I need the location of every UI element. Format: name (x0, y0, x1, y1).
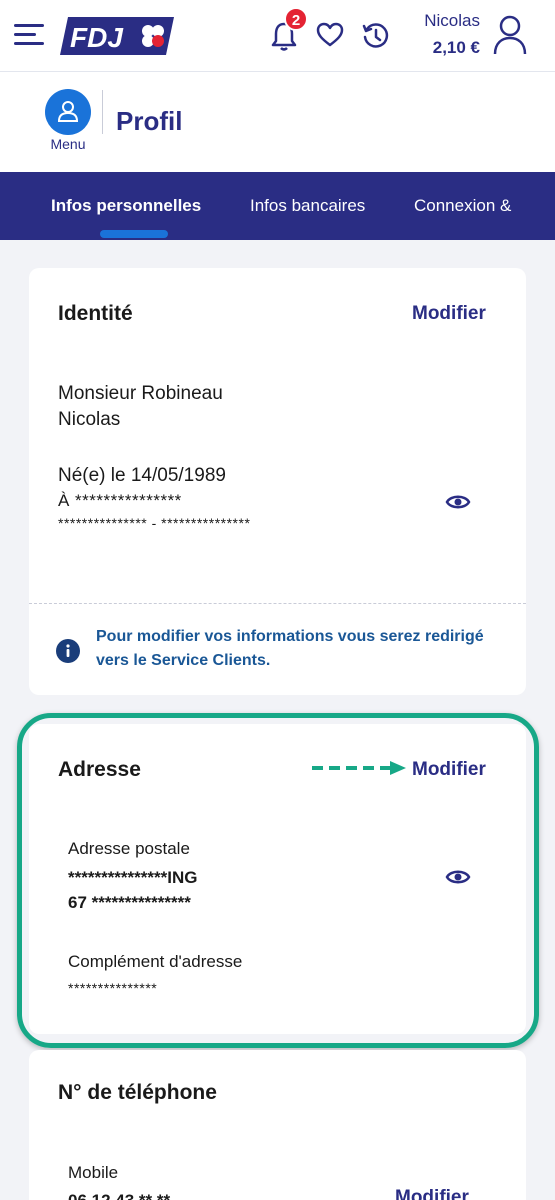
phone-modify-button[interactable]: Modifier (395, 1187, 469, 1200)
mobile-label: Mobile (68, 1163, 119, 1182)
phone-card: N° de téléphone Mobile 06 12 43 ** ** Mo… (29, 1050, 526, 1200)
tab-infos-personnelles[interactable]: Infos personnelles (51, 196, 201, 216)
menu-button[interactable] (45, 89, 91, 135)
page-title: Profil (116, 106, 183, 136)
logo-text: FDJ (70, 22, 124, 53)
identity-card: Identité Modifier Monsieur Robineau Nico… (29, 268, 526, 695)
heart-icon[interactable] (316, 22, 344, 48)
top-bar: FDJ 2 Nicolas 2,10 € (0, 0, 555, 72)
eye-icon[interactable] (445, 491, 471, 513)
user-account-icon[interactable] (492, 14, 528, 56)
address-highlight (17, 713, 539, 1048)
phone-title: N° de téléphone (58, 1081, 217, 1104)
identity-modify-button[interactable]: Modifier (412, 303, 486, 325)
tab-connexion[interactable]: Connexion & (414, 196, 511, 216)
divider (102, 90, 103, 134)
identity-birth-place: À *************** (58, 491, 182, 510)
fdj-logo[interactable]: FDJ (60, 17, 174, 55)
identity-name-line2: Nicolas (58, 409, 121, 430)
user-balance[interactable]: 2,10 € (400, 38, 480, 58)
tabs-bar: Infos personnelles Infos bancaires Conne… (0, 172, 555, 240)
identity-info-text: Pour modifier vos informations vous sere… (96, 628, 484, 669)
active-tab-indicator (100, 230, 168, 238)
dashed-arrow-icon (312, 761, 406, 775)
tab-infos-bancaires[interactable]: Infos bancaires (250, 196, 365, 216)
hamburger-menu-icon[interactable] (14, 22, 44, 48)
identity-title: Identité (58, 302, 133, 325)
identity-birth: Né(e) le 14/05/1989 (58, 465, 226, 486)
info-icon (56, 639, 80, 663)
identity-birth-place-detail: *************** - *************** (58, 515, 251, 531)
menu-label[interactable]: Menu (45, 136, 91, 152)
notification-badge: 2 (284, 7, 308, 31)
profile-header: Menu Profil (0, 72, 555, 172)
dashed-divider (29, 603, 526, 604)
identity-name-line1: Monsieur Robineau (58, 383, 223, 404)
user-name[interactable]: Nicolas (400, 11, 480, 31)
user-icon (57, 101, 79, 122)
history-icon[interactable] (361, 21, 391, 51)
mobile-value: 06 12 43 ** ** (68, 1191, 170, 1200)
